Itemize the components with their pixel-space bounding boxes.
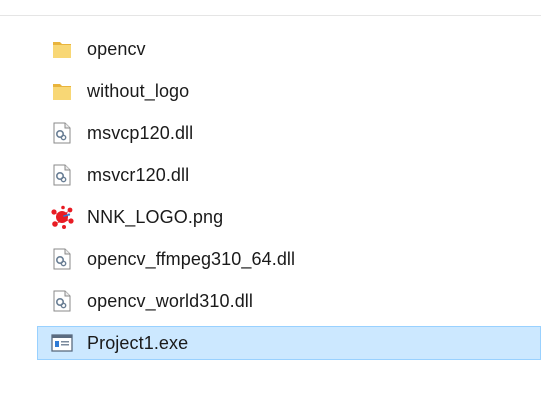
column-header-divider [0,15,541,16]
file-row-nnk-logo[interactable]: NNK_LOGO.png [37,200,541,234]
file-row-project1-exe[interactable]: Project1.exe [37,326,541,360]
dll-file-icon [49,288,75,314]
file-row-opencv[interactable]: opencv [37,32,541,66]
file-name: msvcr120.dll [87,164,190,185]
file-row-opencv-world[interactable]: opencv_world310.dll [37,284,541,318]
image-file-icon [49,204,75,230]
file-name: opencv_ffmpeg310_64.dll [87,248,296,269]
file-row-msvcr120[interactable]: msvcr120.dll [37,158,541,192]
file-name: msvcp120.dll [87,122,194,143]
file-row-msvcp120[interactable]: msvcp120.dll [37,116,541,150]
dll-file-icon [49,120,75,146]
dll-file-icon [49,162,75,188]
file-name: Project1.exe [87,332,189,353]
folder-icon [49,78,75,104]
file-row-without-logo[interactable]: without_logo [37,74,541,108]
file-explorer-window: opencv without_logo msvcp120.dll msvcr12… [0,0,541,407]
file-name: NNK_LOGO.png [87,206,224,227]
dll-file-icon [49,246,75,272]
file-row-opencv-ffmpeg[interactable]: opencv_ffmpeg310_64.dll [37,242,541,276]
file-name: opencv_world310.dll [87,290,254,311]
folder-icon [49,36,75,62]
exe-file-icon [49,330,75,356]
file-name: without_logo [87,80,190,101]
file-name: opencv [87,38,146,59]
